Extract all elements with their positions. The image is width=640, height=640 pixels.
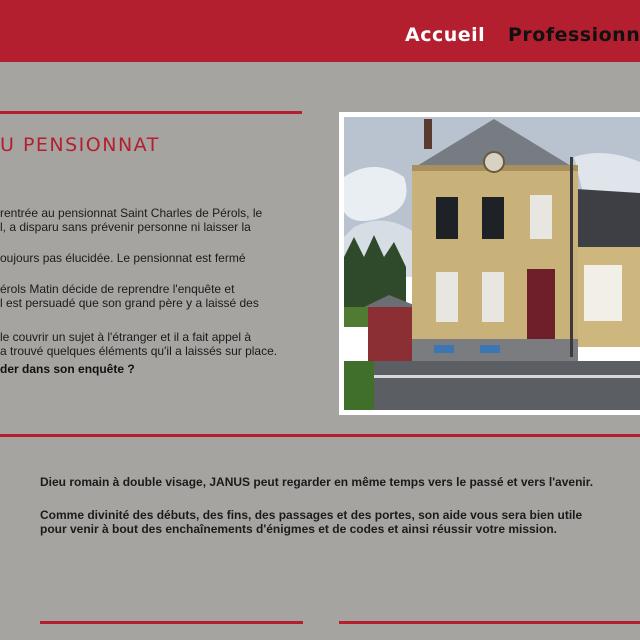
footer-divider-right: [339, 621, 640, 624]
story-paragraph: érols Matin décide de reprendre l'enquêt…: [0, 282, 259, 310]
story-paragraph: oujours pas élucidée. Le pensionnat est …: [0, 251, 246, 265]
janus-paragraph: Dieu romain à double visage, JANUS peut …: [40, 475, 594, 489]
pensionnat-building-image: [344, 117, 640, 410]
janus-paragraph: Comme divinité des débuts, des fins, des…: [40, 508, 583, 536]
nav-item-professionnels[interactable]: Professionn: [508, 24, 640, 46]
nav-item-accueil[interactable]: Accueil: [405, 24, 485, 46]
pensionnat-photo: [339, 112, 640, 415]
section-title: U PENSIONNAT: [0, 134, 160, 156]
story-question: der dans son enquête ?: [0, 362, 135, 376]
story-paragraph: le couvrir un sujet à l'étranger et il a…: [0, 330, 278, 358]
top-navigation-bar: Accueil Professionn: [0, 0, 640, 62]
section-divider-top: [0, 111, 302, 114]
story-paragraph: rentrée au pensionnat Saint Charles de P…: [0, 206, 263, 234]
footer-divider-left: [40, 621, 303, 624]
section-divider-middle: [0, 434, 640, 437]
